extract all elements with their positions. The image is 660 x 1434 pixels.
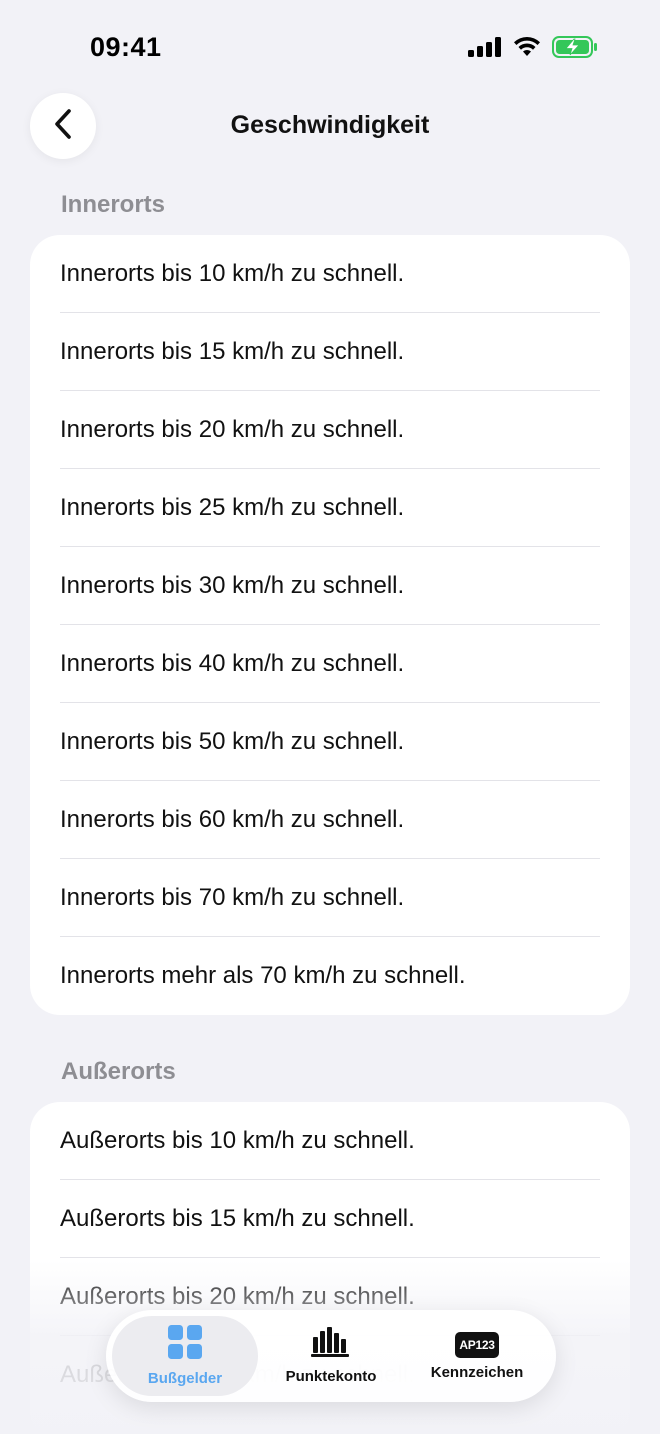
list-item[interactable]: Innerorts bis 20 km/h zu schnell.: [30, 391, 630, 469]
status-time: 09:41: [90, 32, 162, 62]
status-icons: [468, 36, 598, 58]
list-item-label: Innerorts bis 10 km/h zu schnell.: [60, 260, 405, 287]
tab-label: Bußgelder: [147, 1370, 223, 1387]
list-item-label: Innerorts bis 50 km/h zu schnell.: [60, 728, 405, 755]
grid-icon: [168, 1325, 202, 1364]
tab-label: Kennzeichen: [430, 1363, 524, 1381]
tab-label: Punktekonto: [285, 1368, 377, 1385]
cellular-signal-icon: [468, 37, 502, 57]
list-item-label: Innerorts bis 70 km/h zu schnell.: [60, 884, 405, 911]
list-item[interactable]: Außerorts bis 15 km/h zu schnell.: [30, 1180, 630, 1258]
list-item-label: Innerorts bis 20 km/h zu schnell.: [60, 416, 405, 443]
list-item-label: Innerorts bis 25 km/h zu schnell.: [60, 494, 405, 521]
list-item-label: Innerorts bis 15 km/h zu schnell.: [60, 338, 405, 365]
list-item[interactable]: Innerorts bis 15 km/h zu schnell.: [30, 313, 630, 391]
list-item[interactable]: Innerorts bis 70 km/h zu schnell.: [30, 859, 630, 937]
list-item[interactable]: Innerorts bis 50 km/h zu schnell.: [30, 703, 630, 781]
tab-kennzeichen[interactable]: AP123 Kennzeichen: [404, 1316, 550, 1396]
list-item-label: Außerorts bis 10 km/h zu schnell.: [60, 1127, 415, 1154]
section-header-ausserorts: Außerorts: [61, 1058, 176, 1085]
wifi-icon: [512, 36, 542, 58]
list-item[interactable]: Außerorts bis 10 km/h zu schnell.: [30, 1102, 630, 1180]
list-item[interactable]: Innerorts bis 25 km/h zu schnell.: [30, 469, 630, 547]
tab-bar: Bußgelder Punktekonto AP123 Kennzeichen: [106, 1310, 556, 1402]
license-plate-icon: AP123: [455, 1331, 499, 1358]
list-item-label: Innerorts bis 40 km/h zu schnell.: [60, 650, 405, 677]
list-item-label: Außerorts bis 20 km/h zu schnell.: [60, 1283, 415, 1310]
list-item[interactable]: Innerorts bis 30 km/h zu schnell.: [30, 547, 630, 625]
list-item[interactable]: Innerorts bis 60 km/h zu schnell.: [30, 781, 630, 859]
list-item-label: Außerorts bis 15 km/h zu schnell.: [60, 1205, 415, 1232]
list-item[interactable]: Innerorts bis 40 km/h zu schnell.: [30, 625, 630, 703]
list-item[interactable]: Innerorts mehr als 70 km/h zu schnell.: [30, 937, 630, 1015]
status-bar: 09:41: [0, 0, 660, 96]
bar-chart-icon: [311, 1327, 351, 1362]
battery-charging-icon: [552, 36, 598, 58]
list-item-label: Innerorts bis 60 km/h zu schnell.: [60, 806, 405, 833]
page-title: Geschwindigkeit: [230, 111, 430, 139]
tab-bussgelder[interactable]: Bußgelder: [112, 1316, 258, 1396]
list-item-label: Innerorts mehr als 70 km/h zu schnell.: [60, 962, 466, 989]
list-item[interactable]: Innerorts bis 10 km/h zu schnell.: [30, 235, 630, 313]
list-item-label: Innerorts bis 30 km/h zu schnell.: [60, 572, 405, 599]
innerorts-list: Innerorts bis 10 km/h zu schnell. Innero…: [30, 235, 630, 1015]
tab-punktekonto[interactable]: Punktekonto: [258, 1316, 404, 1396]
section-header-innerorts: Innerorts: [61, 191, 166, 218]
